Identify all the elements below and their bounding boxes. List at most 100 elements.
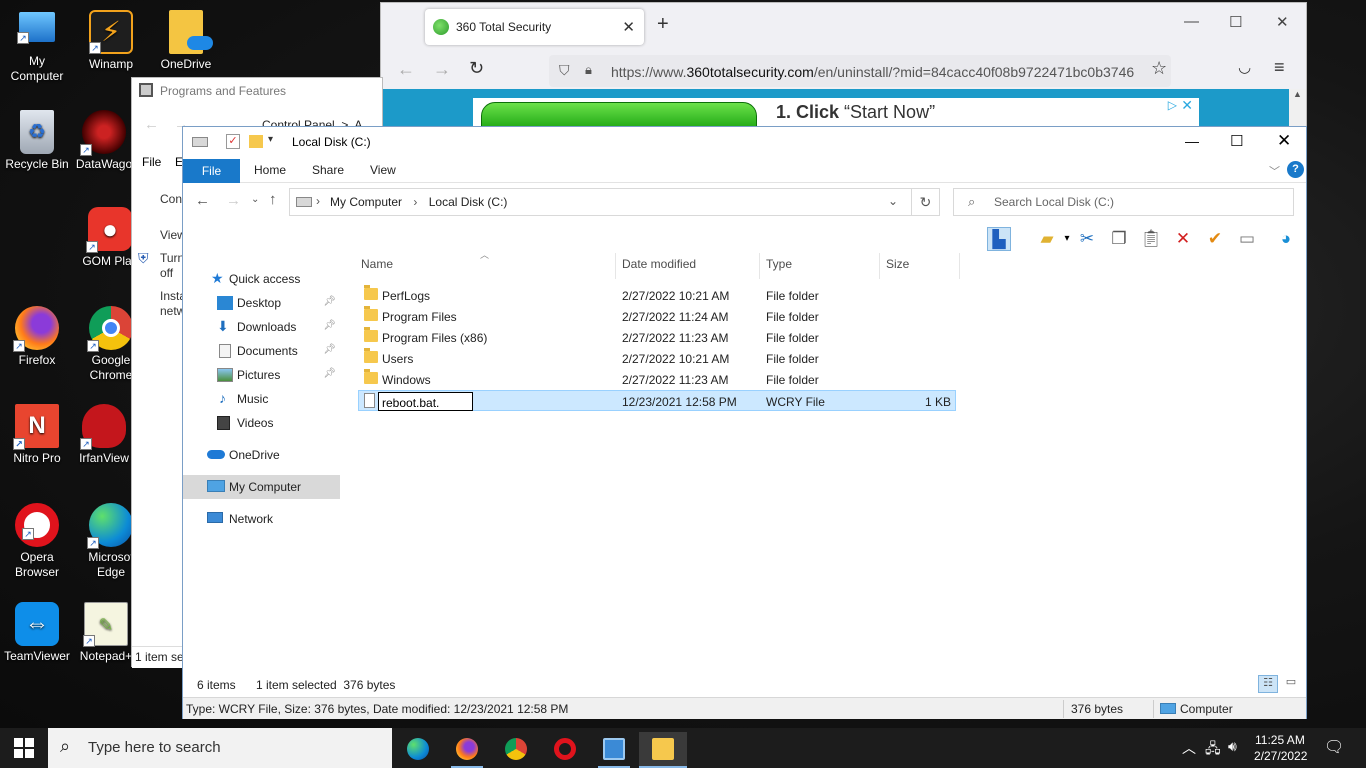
column-header-type[interactable]: Type <box>766 257 792 277</box>
forward-icon[interactable]: → <box>433 59 451 80</box>
pin-icon[interactable]: 📌︎ <box>323 344 336 355</box>
address-dropdown-icon[interactable]: ⌄ <box>888 194 898 208</box>
breadcrumb-local-disk[interactable]: Local Disk (C:) <box>429 195 508 209</box>
new-folder-icon[interactable] <box>249 135 263 148</box>
ribbon-view-tab[interactable]: View <box>370 163 396 177</box>
pin-icon[interactable]: 📌︎ <box>323 296 336 307</box>
pin-icon[interactable]: 📌︎ <box>323 320 336 331</box>
desktop-icon-my-computer[interactable]: ↗ My Computer <box>1 10 73 84</box>
address-bar[interactable]: › My Computer › Local Disk (C:) ⌄ <box>289 188 912 216</box>
desktop-icon-irfanview[interactable]: ↗ IrfanView <box>68 404 140 466</box>
back-icon[interactable]: ← <box>195 192 210 209</box>
minimize-button[interactable]: — <box>1184 13 1199 30</box>
nav-my-computer[interactable]: My Computer <box>183 475 340 499</box>
taskbar-file-explorer[interactable] <box>639 732 687 768</box>
nav-videos[interactable]: Videos <box>183 411 340 435</box>
nav-network[interactable]: Network <box>183 507 340 531</box>
nav-documents[interactable]: Documents 📌︎ <box>183 339 340 363</box>
recent-locations-icon[interactable]: ⌄ <box>251 194 259 205</box>
file-row[interactable]: PerfLogs 2/27/2022 10:21 AM File folder <box>358 285 956 306</box>
clock-date[interactable]: 2/27/2022 <box>1254 749 1307 763</box>
copy-icon[interactable]: ❐ <box>1107 227 1131 251</box>
browser-tab[interactable]: 360 Total Security ✕ <box>425 9 644 45</box>
column-header-name[interactable]: Name <box>361 257 393 277</box>
reload-icon[interactable]: ↻ <box>469 58 484 79</box>
customize-quick-access-icon[interactable]: ▾ <box>268 134 273 145</box>
desktop-icon-nitro-pro[interactable]: N ↗ Nitro Pro <box>1 404 73 466</box>
details-view-icon[interactable]: ☷ <box>1258 675 1278 693</box>
desktop-icon-winamp[interactable]: ⚡ ↗ Winamp <box>75 10 147 72</box>
close-button[interactable]: ✕ <box>1277 131 1291 151</box>
ribbon-home-tab[interactable]: Home <box>254 163 286 177</box>
taskbar-opera[interactable] <box>541 732 589 768</box>
file-row[interactable]: Program Files (x86) 2/27/2022 11:23 AM F… <box>358 327 956 348</box>
show-hidden-icons-icon[interactable]: ︿ <box>1182 738 1196 758</box>
column-divider[interactable] <box>759 253 760 279</box>
taskbar-search-input[interactable]: ⌕ Type here to search <box>48 728 392 768</box>
desktop-icon-teamviewer[interactable]: ⇔ TeamViewer <box>1 602 73 664</box>
bookmark-star-icon[interactable]: ☆ <box>1151 58 1167 79</box>
taskbar-control-panel[interactable] <box>590 732 638 768</box>
nav-music[interactable]: ♪ Music <box>183 387 340 411</box>
nav-desktop[interactable]: Desktop 📌︎ <box>183 291 340 315</box>
rename-icon[interactable]: ▭ <box>1235 227 1259 251</box>
control-panel-home-link[interactable]: Con <box>160 192 182 207</box>
desktop-icon-opera-browser[interactable]: ↗ Opera Browser <box>1 503 73 580</box>
url-input[interactable]: ⛉ 🔒︎ https://www.360totalsecurity.com/en… <box>549 55 1171 87</box>
desktop-icon-recycle-bin[interactable]: ♻ Recycle Bin <box>1 110 73 172</box>
desktop-icon-onedrive[interactable]: OneDrive <box>150 10 222 72</box>
back-icon[interactable]: ← <box>144 116 159 133</box>
large-icons-view-icon[interactable]: ▭ <box>1281 675 1301 693</box>
start-button[interactable] <box>14 738 34 758</box>
ribbon-share-tab[interactable]: Share <box>312 163 344 177</box>
desktop-icon-firefox[interactable]: ↗ Firefox <box>1 306 73 368</box>
search-input[interactable]: ⌕ Search Local Disk (C:) <box>953 188 1294 216</box>
column-divider[interactable] <box>615 253 616 279</box>
taskbar-firefox[interactable] <box>443 732 491 768</box>
properties-icon[interactable]: ✓ <box>226 134 240 149</box>
pocket-icon[interactable]: ◡ <box>1238 58 1251 76</box>
forward-icon[interactable]: → <box>226 192 241 209</box>
back-icon[interactable]: ← <box>397 59 415 80</box>
column-header-size[interactable]: Size <box>886 257 909 277</box>
new-tab-button[interactable]: + <box>657 13 669 36</box>
close-window-button[interactable]: ✕ <box>1276 13 1289 31</box>
refresh-button[interactable]: ↻ <box>912 188 940 216</box>
rename-input[interactable] <box>378 392 473 411</box>
ad-choices-icon[interactable]: ▷ <box>1168 98 1177 112</box>
file-row-selected[interactable]: 12/23/2021 12:58 PM WCRY File 1 KB <box>358 390 956 411</box>
minimize-button[interactable]: — <box>1185 133 1199 149</box>
ribbon-file-tab[interactable]: File <box>183 159 240 183</box>
taskbar-chrome[interactable] <box>492 732 540 768</box>
paste-icon[interactable]: 📋︎ <box>1139 227 1163 251</box>
file-row[interactable]: Program Files 2/27/2022 11:24 AM File fo… <box>358 306 956 327</box>
nav-pictures[interactable]: Pictures 📌︎ <box>183 363 340 387</box>
maximize-button[interactable]: ☐ <box>1229 13 1242 31</box>
globe-icon[interactable]: ◕ <box>1274 227 1298 251</box>
file-row[interactable]: Users 2/27/2022 10:21 AM File folder <box>358 348 956 369</box>
menu-icon[interactable]: ≡ <box>1274 57 1285 78</box>
desktop-icon-datawago[interactable]: ↗ DataWago <box>68 110 140 172</box>
column-divider[interactable] <box>959 253 960 279</box>
help-icon[interactable]: ? <box>1287 161 1304 178</box>
maximize-button[interactable]: ☐ <box>1230 132 1243 150</box>
turn-features-link[interactable]: Turn off <box>160 251 184 281</box>
file-row[interactable]: Windows 2/27/2022 11:23 AM File folder <box>358 369 956 390</box>
volume-icon[interactable]: 🔊︎ <box>1228 738 1237 755</box>
close-tab-icon[interactable]: ✕ <box>622 18 635 36</box>
breadcrumb-my-computer[interactable]: My Computer <box>330 195 402 209</box>
notifications-icon[interactable]: 🗨︎ <box>1324 737 1344 757</box>
expand-ribbon-icon[interactable]: ﹀ <box>1269 163 1280 179</box>
page-scrollbar[interactable]: ▲ <box>1289 89 1306 127</box>
column-divider[interactable] <box>879 253 880 279</box>
nav-onedrive[interactable]: OneDrive <box>183 443 340 467</box>
ad-close-icon[interactable]: ✕ <box>1181 97 1193 114</box>
nav-quick-access[interactable]: ★ Quick access <box>183 267 340 291</box>
advertisement-banner[interactable]: 1. Click “Start Now” ▷ ✕ <box>473 97 1199 132</box>
delete-icon[interactable]: ✕ <box>1171 227 1195 251</box>
clock-time[interactable]: 11:25 AM <box>1255 733 1305 747</box>
up-icon[interactable]: ↑ <box>269 191 277 208</box>
taskbar-edge[interactable] <box>394 732 442 768</box>
checkmark-icon[interactable]: ✔ <box>1203 227 1227 251</box>
network-icon[interactable]: 🖧︎ <box>1205 738 1221 762</box>
